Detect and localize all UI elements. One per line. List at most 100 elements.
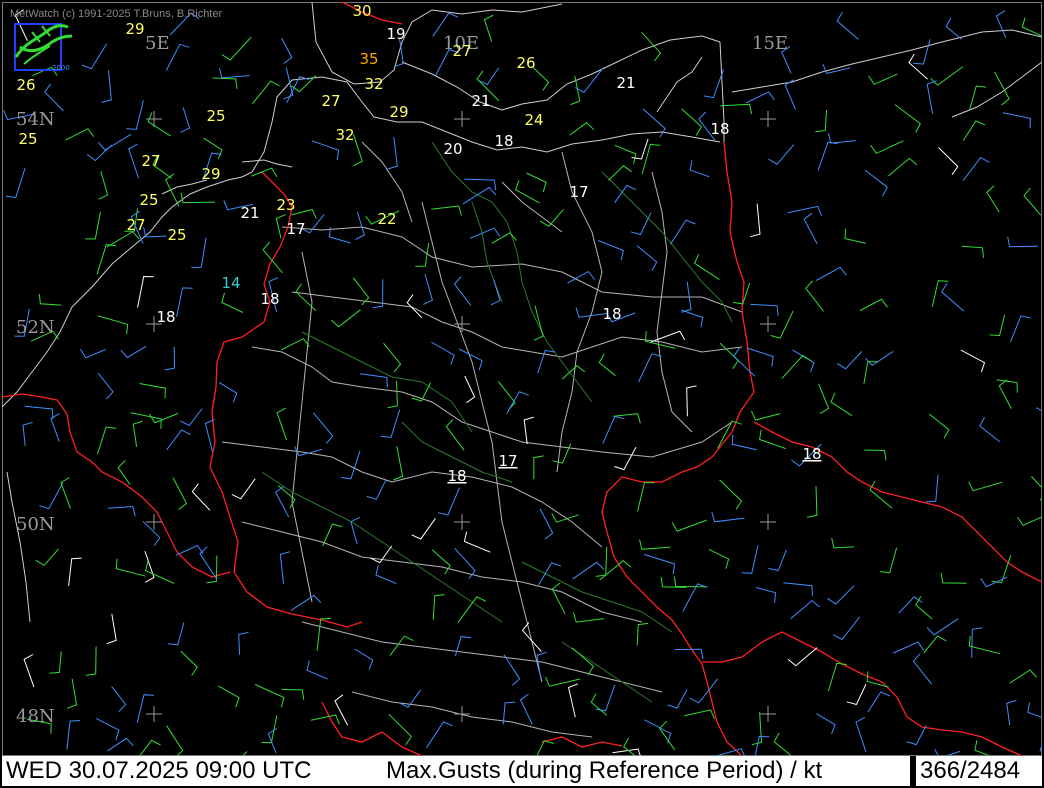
wind-barb (968, 481, 1003, 492)
wind-barb (986, 185, 1000, 213)
wind-barb (1023, 187, 1042, 216)
wind-barb (411, 518, 436, 540)
wind-barb (533, 455, 544, 480)
wind-barb (66, 678, 78, 709)
wind-barb (354, 648, 374, 670)
wind-barb (971, 627, 983, 658)
wind-barb (290, 594, 322, 611)
wind-barb (218, 381, 238, 403)
wind-barb (637, 481, 655, 512)
wind-barb (639, 539, 671, 550)
wind-barb (310, 714, 340, 725)
wind-barb (855, 716, 867, 752)
wind-barb (406, 294, 423, 318)
graticule-crosses (146, 111, 776, 722)
wind-barb (998, 379, 1012, 409)
gust-value: 30 (352, 2, 371, 20)
gust-value: 18 (602, 305, 621, 323)
wind-barb (941, 283, 965, 312)
wind-barb (864, 449, 887, 461)
gust-value: 20 (443, 140, 462, 158)
wind-barb (498, 381, 516, 411)
metwatch-logo-icon: 2000 (14, 23, 73, 72)
wind-barb (863, 361, 878, 384)
wind-barb (750, 303, 779, 316)
wind-barb (355, 211, 365, 240)
wind-barb (894, 104, 921, 133)
gust-value: 27 (141, 152, 160, 170)
wind-barb (139, 383, 166, 399)
wind-barb (631, 138, 649, 160)
wind-barb (644, 553, 676, 574)
wind-barb (275, 485, 290, 518)
wind-barb (477, 67, 500, 86)
wind-barb (1031, 476, 1042, 501)
wind-barb (644, 719, 672, 744)
wind-barb (281, 689, 305, 700)
gust-value: 18 (156, 308, 175, 326)
wind-barb (750, 410, 781, 421)
gust-value: 19 (386, 25, 405, 43)
wind-barb (438, 487, 460, 516)
coord-label-5e: 5E (145, 33, 170, 54)
wind-barb (261, 715, 278, 744)
wind-barb (60, 477, 71, 509)
wind-barb (147, 112, 171, 137)
wind-barb (608, 165, 632, 181)
wind-barb (280, 338, 310, 351)
wind-barb (167, 622, 185, 646)
wind-barb (836, 12, 859, 40)
gust-value: 27 (126, 216, 145, 234)
wind-barb (962, 120, 986, 141)
wind-barb (893, 641, 925, 654)
gust-value: 18 (447, 467, 466, 485)
wind-barb (453, 276, 472, 306)
wind-barb (846, 683, 867, 706)
wind-barb (827, 133, 856, 144)
gust-value: 25 (18, 130, 37, 148)
wind-barb (755, 587, 777, 603)
gust-value: 29 (201, 165, 220, 183)
wind-barb (925, 474, 939, 503)
wind-barb (130, 412, 162, 429)
wind-barb (199, 546, 218, 580)
wind-barb (787, 205, 822, 216)
wind-barb (569, 122, 595, 136)
wind-barb (831, 537, 855, 549)
wind-barb (623, 737, 636, 756)
wind-barb (98, 170, 109, 200)
gust-value: 18 (710, 120, 729, 138)
wind-barb (238, 631, 249, 655)
wind-barb (35, 548, 59, 567)
wind-barb (415, 242, 430, 267)
wind-barb (830, 392, 853, 417)
wind-barb (431, 549, 451, 575)
wind-barb (538, 562, 562, 586)
wind-barb (989, 314, 1006, 337)
wind-barb (995, 10, 1007, 38)
wind-barb (979, 416, 1001, 443)
wind-barb (818, 383, 830, 415)
wind-barb (784, 79, 796, 110)
wind-barb (719, 479, 743, 510)
wind-barb (568, 683, 578, 718)
wind-barb (221, 292, 244, 313)
wind-barb (934, 749, 961, 756)
wind-barb (768, 144, 795, 165)
wind-barb (674, 648, 704, 660)
wind-barb (1010, 315, 1031, 343)
wind-barb (684, 709, 715, 720)
wind-barb (431, 205, 462, 216)
wind-barb (572, 561, 605, 580)
wind-barb (86, 144, 113, 162)
wind-barb (221, 36, 252, 61)
wind-barb (960, 349, 986, 373)
wind-barb (383, 342, 402, 373)
wind-barb (306, 660, 328, 680)
gust-value: 17 (569, 183, 588, 201)
gust-value: 21 (240, 204, 259, 222)
wind-barb (926, 618, 959, 636)
gust-value: 18 (494, 132, 513, 150)
wind-barb (1009, 669, 1038, 684)
gust-value: 23 (276, 196, 295, 214)
